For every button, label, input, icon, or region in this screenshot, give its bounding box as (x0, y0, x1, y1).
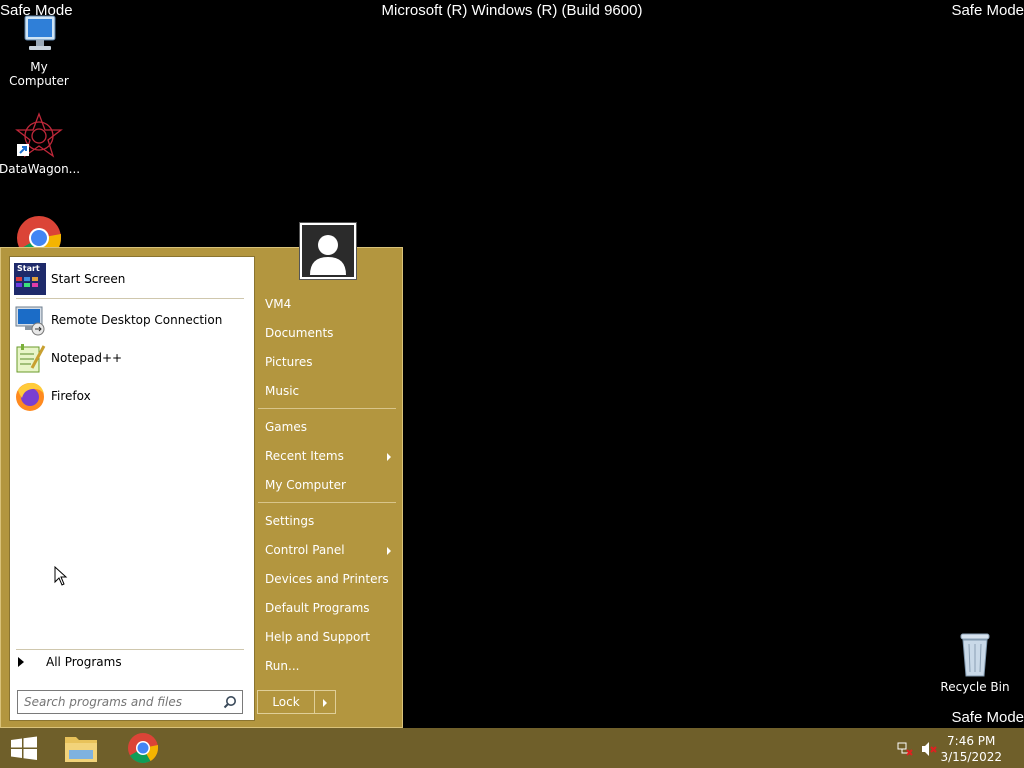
desktop-icon-my-computer[interactable]: My Computer (0, 10, 79, 88)
program-label: Notepad++ (51, 351, 123, 365)
windows-logo-icon (11, 736, 37, 760)
divider (258, 502, 396, 503)
mouse-pointer-icon (54, 566, 68, 586)
menu-item-vm4[interactable]: VM4 (265, 293, 393, 315)
search-input[interactable] (18, 691, 213, 713)
menu-item-settings[interactable]: Settings (265, 510, 393, 532)
network-icon[interactable] (897, 741, 913, 757)
power-options-arrow-icon[interactable] (315, 691, 335, 713)
taskbar: 7:46 PM 3/15/2022 (0, 728, 1024, 768)
menu-item-label: Run... (265, 659, 300, 673)
start-screen-icon: Start (14, 263, 46, 295)
os-build-title: Microsoft (R) Windows (R) (Build 9600) (381, 2, 643, 19)
menu-item-label: VM4 (265, 297, 292, 311)
firefox-icon (14, 380, 46, 412)
clock[interactable]: 7:46 PM 3/15/2022 (940, 733, 1002, 765)
menu-item-label: Documents (265, 326, 334, 340)
submenu-arrow-icon (387, 547, 391, 555)
desktop-icon-recycle-bin[interactable]: Recycle Bin (935, 630, 1015, 694)
folder-icon (65, 737, 97, 762)
recycle-bin-icon (951, 630, 999, 678)
search-icon[interactable] (223, 695, 237, 709)
taskbar-file-explorer[interactable] (56, 728, 106, 768)
menu-item-my-computer[interactable]: My Computer (265, 474, 393, 496)
search-box[interactable] (17, 690, 243, 714)
submenu-arrow-icon (387, 453, 391, 461)
menu-item-label: Recent Items (265, 449, 344, 463)
desktop-icon-label: DataWagon... (0, 162, 81, 176)
chrome-icon (128, 733, 158, 764)
menu-item-label: Pictures (265, 355, 313, 369)
menu-item-label: My Computer (265, 478, 346, 492)
menu-item-default-programs[interactable]: Default Programs (265, 597, 393, 619)
divider (258, 408, 396, 409)
program-notepadpp[interactable]: Notepad++ (14, 340, 250, 376)
start-menu-programs-pane: Start Start Screen Remote Desktop Connec… (9, 256, 255, 721)
menu-item-label: Music (265, 384, 300, 398)
expand-arrow-icon (18, 657, 24, 667)
desktop-icon-label: Recycle Bin (940, 680, 1010, 694)
program-label: Start Screen (51, 272, 126, 286)
all-programs-label: All Programs (46, 655, 122, 669)
menu-item-recent-items[interactable]: Recent Items (265, 445, 393, 467)
divider (16, 649, 244, 650)
menu-item-label: Settings (265, 514, 315, 528)
safe-mode-label-top-right: Safe Mode (951, 2, 1024, 19)
taskbar-chrome[interactable] (118, 728, 168, 768)
computer-icon (15, 10, 63, 58)
menu-item-control-panel[interactable]: Control Panel (265, 539, 393, 561)
notepadpp-icon (14, 342, 46, 374)
user-silhouette-icon (302, 225, 354, 277)
desktop-icon-label: My Computer (9, 60, 69, 88)
lock-button-group: Lock (257, 690, 336, 714)
menu-item-run[interactable]: Run... (265, 655, 393, 677)
start-button[interactable] (0, 728, 50, 768)
all-programs-button[interactable]: All Programs (18, 655, 122, 669)
program-label: Firefox (51, 389, 91, 403)
program-label: Remote Desktop Connection (51, 313, 223, 327)
menu-item-documents[interactable]: Documents (265, 322, 393, 344)
start-screen-icon-text: Start (17, 264, 40, 273)
program-firefox[interactable]: Firefox (14, 378, 250, 414)
divider (16, 298, 244, 299)
menu-item-games[interactable]: Games (265, 416, 393, 438)
menu-item-label: Default Programs (265, 601, 370, 615)
menu-item-label: Games (265, 420, 307, 434)
menu-item-help-support[interactable]: Help and Support (265, 626, 393, 648)
volume-muted-icon[interactable] (921, 741, 937, 757)
program-remote-desktop[interactable]: Remote Desktop Connection (14, 302, 250, 338)
menu-item-label: Control Panel (265, 543, 345, 557)
clock-date: 3/15/2022 (940, 750, 1002, 764)
desktop-icon-datawagon[interactable]: DataWagon... (0, 112, 81, 176)
menu-item-music[interactable]: Music (265, 380, 393, 402)
menu-item-label: Help and Support (265, 630, 370, 644)
lock-button[interactable]: Lock (258, 691, 315, 713)
clock-time: 7:46 PM (947, 734, 996, 748)
remote-desktop-icon (14, 304, 46, 336)
menu-item-pictures[interactable]: Pictures (265, 351, 393, 373)
menu-item-devices-printers[interactable]: Devices and Printers (265, 568, 393, 590)
user-avatar[interactable] (300, 223, 356, 279)
menu-item-label: Devices and Printers (265, 572, 389, 586)
safe-mode-label-bottom-right: Safe Mode (951, 709, 1024, 726)
datawagon-icon (15, 112, 63, 160)
program-start-screen[interactable]: Start Start Screen (14, 261, 250, 297)
